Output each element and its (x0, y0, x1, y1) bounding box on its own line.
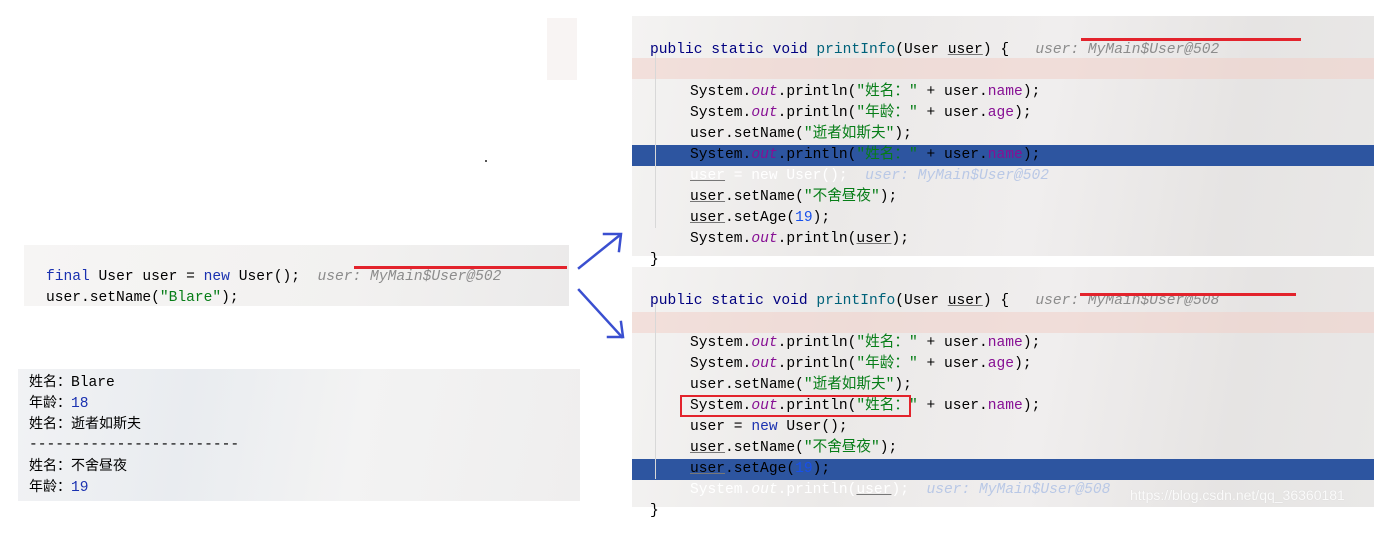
code-line-set-name: user.setName("逝者如斯夫"); (632, 354, 1374, 393)
code-line-signature: public static void printInfo(User user) … (632, 270, 1374, 309)
red-box-annotation (680, 395, 911, 417)
method-name: printInfo (816, 293, 896, 309)
parameter: user (947, 293, 983, 309)
arrow-up-right-icon (577, 233, 622, 270)
code-line-set-age: user.setAge(19); (632, 438, 1374, 477)
code-line-print-name: System.out.println("姓名：" + user.name); (632, 124, 1374, 163)
code-text: ) { (982, 42, 1010, 58)
method-name: printInfo (816, 42, 896, 58)
code-text: (User (895, 42, 948, 58)
faded-artifact (547, 18, 577, 80)
console-label: 姓名： (29, 458, 71, 474)
code-line-set-age: user.setAge(19); (632, 187, 1374, 226)
keyword: public static void (650, 293, 808, 309)
console-line: 年龄：18 (29, 393, 89, 414)
code-text: ) { (982, 293, 1010, 309)
code-line-close-brace: } (632, 229, 1374, 268)
code-line-set-name: user.setName("Blare"); (24, 267, 569, 306)
code-line-set-age: user.setAge(18); (24, 288, 569, 306)
code-line-set-name: user.setName("逝者如斯夫"); (632, 103, 1374, 142)
keyword: public static void (650, 42, 808, 58)
console-separator: ------------------------ (29, 435, 239, 456)
console-line: 姓名：逝者如斯夫 (29, 414, 141, 435)
arrow-down-right-icon (577, 288, 624, 339)
console-label: 姓名： (29, 374, 71, 390)
code-line-print-name: System.out.println("姓名：" + user.name); (632, 312, 1374, 351)
console-label: 姓名： (29, 416, 71, 432)
console-value: 18 (71, 396, 89, 412)
code-line-set-name2: user.setName("不舍昼夜"); (632, 166, 1374, 205)
red-underline-annotation (1080, 293, 1296, 296)
console-value: Blare (71, 375, 115, 391)
console-value: ------------------------ (29, 437, 240, 453)
code-line-print-name: System.out.println("姓名：" + user.name); (632, 375, 1374, 414)
code-line-print-name: System.out.println("姓名：" + user.name); (632, 61, 1374, 100)
code-line-print-age: System.out.println("年龄：" + user.age); (632, 333, 1374, 372)
console-label: 年龄： (29, 395, 71, 411)
code-line-new-user: final User user = new User(); user: MyMa… (24, 246, 569, 285)
console-label: 年龄： (29, 479, 71, 495)
console-value: 19 (71, 480, 89, 496)
console-value: 逝者如斯夫 (71, 416, 141, 432)
console-line: 年龄：19 (29, 477, 89, 498)
code-line-signature: public static void printInfo(User user) … (632, 19, 1374, 58)
code-line-set-name2: user.setName("不舍昼夜"); (632, 417, 1374, 456)
red-underline-annotation (1081, 38, 1301, 41)
arrows-icon (577, 232, 625, 339)
console-line: 姓名：不舍昼夜 (29, 456, 127, 477)
code-text: } (650, 503, 659, 519)
debugger-panel-top: public static void printInfo(User user) … (632, 16, 1374, 268)
code-line-print-user: System.out.println(user); (632, 208, 1374, 247)
code-line-reassign: user = new User(); user: MyMain$User@502 (632, 145, 1374, 184)
console-output: 姓名：Blare 年龄：18 姓名：逝者如斯夫 ----------------… (18, 369, 580, 501)
debug-inline-hint: user: MyMain$User@502 (1035, 42, 1220, 58)
parameter: user (947, 42, 983, 58)
stray-dot (485, 160, 487, 162)
code-text: (User (895, 293, 948, 309)
console-line: 姓名：Blare (29, 372, 115, 393)
debugger-panel-bottom: public static void printInfo(User user) … (632, 267, 1374, 519)
code-line-print-user: System.out.println(user); user: MyMain$U… (632, 459, 1374, 498)
watermark: https://blog.csdn.net/qq_36360181 (1130, 487, 1345, 503)
main-code-snippet: final User user = new User(); user: MyMa… (24, 245, 569, 306)
console-value: 不舍昼夜 (71, 458, 127, 474)
code-line-print-age: System.out.println("年龄：" + user.age); (632, 82, 1374, 121)
red-underline-annotation (354, 266, 567, 269)
